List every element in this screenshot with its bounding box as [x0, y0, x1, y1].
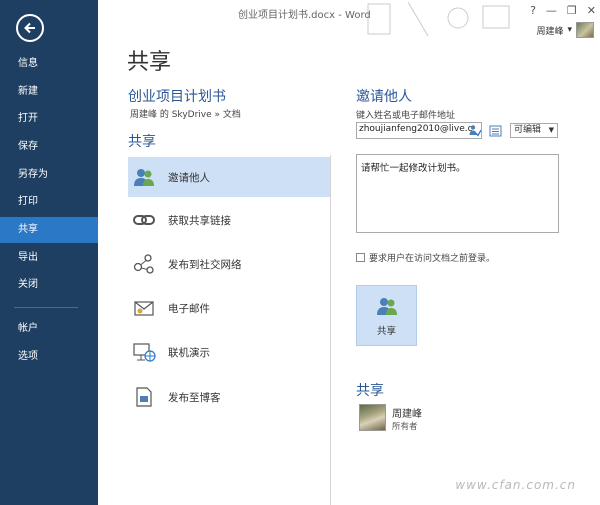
- nav-item-close[interactable]: 关闭: [0, 272, 98, 298]
- people-icon: [132, 165, 156, 189]
- share-option-blog[interactable]: 发布至博客: [128, 377, 330, 417]
- page-title: 共享: [127, 50, 172, 75]
- nav-item-new[interactable]: 新建: [0, 79, 98, 105]
- restore-button[interactable]: ❐: [567, 4, 577, 17]
- backstage-nav: 信息 新建 打开 保存 另存为 打印 共享 导出 关闭 帐户 选项: [0, 0, 98, 505]
- share-option-email[interactable]: 电子邮件: [128, 288, 330, 328]
- document-path: 周建峰 的 SkyDrive » 文档: [130, 110, 241, 120]
- owner-role: 所有者: [392, 422, 418, 432]
- window-controls: ? — ❐ ✕: [530, 4, 596, 17]
- account-caret-icon: ▾: [567, 25, 572, 35]
- invite-hint-label: 键入姓名或电子邮件地址: [356, 111, 456, 121]
- account-avatar: [576, 22, 594, 38]
- link-icon: [132, 208, 156, 232]
- share-option-label: 获取共享链接: [168, 214, 231, 227]
- nav-item-info[interactable]: 信息: [0, 51, 98, 77]
- check-names-icon[interactable]: [468, 123, 482, 138]
- nav-item-options[interactable]: 选项: [0, 344, 98, 370]
- close-button[interactable]: ✕: [587, 4, 596, 17]
- invite-email-input[interactable]: zhoujianfeng2010@live.c: [356, 122, 482, 139]
- share-section-heading: 共享: [128, 134, 156, 150]
- nav-item-open[interactable]: 打开: [0, 106, 98, 132]
- require-signin-option: 要求用户在访问文档之前登录。: [356, 251, 495, 264]
- share-option-online-presentation[interactable]: 联机演示: [128, 332, 330, 372]
- panel-divider: [330, 155, 331, 505]
- nav-item-export[interactable]: 导出: [0, 245, 98, 271]
- minimize-button[interactable]: —: [546, 4, 557, 17]
- title-bar: 创业项目计划书.docx - Word ? — ❐ ✕ 周建峰 ▾: [98, 0, 600, 40]
- share-button-label: 共享: [376, 325, 396, 337]
- nav-item-save-as[interactable]: 另存为: [0, 162, 98, 188]
- share-option-label: 邀请他人: [168, 171, 210, 184]
- permission-dropdown[interactable]: 可编辑 ▼: [510, 123, 558, 138]
- permission-value: 可编辑: [514, 125, 542, 135]
- online-presentation-icon: [132, 340, 156, 364]
- back-arrow-icon: [24, 22, 35, 34]
- share-option-get-link[interactable]: 获取共享链接: [128, 200, 330, 240]
- shared-with-title: 共享: [356, 383, 384, 399]
- account-name: 周建峰: [536, 26, 564, 37]
- owner-name: 周建峰: [392, 409, 422, 420]
- document-name: 创业项目计划书: [128, 89, 226, 105]
- require-signin-label: 要求用户在访问文档之前登录。: [369, 254, 496, 264]
- doodle-decoration-icon: [367, 1, 510, 37]
- chevron-down-icon: ▼: [548, 126, 554, 134]
- nav-item-account[interactable]: 帐户: [0, 316, 98, 342]
- account-area[interactable]: 周建峰 ▾: [536, 22, 594, 38]
- nav-item-save[interactable]: 保存: [0, 134, 98, 160]
- people-icon: [376, 297, 397, 315]
- site-watermark: www.cfan.com.cn: [455, 478, 576, 492]
- social-network-icon: [132, 252, 156, 276]
- owner-avatar: [359, 404, 386, 431]
- blog-icon: [132, 385, 156, 409]
- help-button[interactable]: ?: [530, 4, 536, 17]
- invite-message-field[interactable]: 请帮忙一起修改计划书。: [356, 154, 559, 233]
- share-option-invite-people[interactable]: 邀请他人: [128, 157, 330, 197]
- share-option-label: 发布到社交网络: [168, 258, 242, 271]
- share-option-social-network[interactable]: 发布到社交网络: [128, 244, 330, 284]
- email-icon: [132, 296, 156, 320]
- share-option-label: 电子邮件: [168, 302, 210, 315]
- share-option-label: 联机演示: [168, 346, 210, 359]
- share-option-label: 发布至博客: [168, 391, 221, 404]
- document-title: 创业项目计划书.docx - Word: [238, 10, 371, 21]
- require-signin-checkbox[interactable]: [356, 253, 365, 262]
- share-button[interactable]: 共享: [356, 285, 417, 346]
- nav-item-print[interactable]: 打印: [0, 189, 98, 215]
- nav-item-share[interactable]: 共享: [0, 217, 98, 243]
- address-book-icon[interactable]: [488, 123, 502, 138]
- invite-panel-title: 邀请他人: [356, 89, 412, 105]
- back-button[interactable]: [16, 14, 44, 42]
- nav-divider: [14, 307, 78, 308]
